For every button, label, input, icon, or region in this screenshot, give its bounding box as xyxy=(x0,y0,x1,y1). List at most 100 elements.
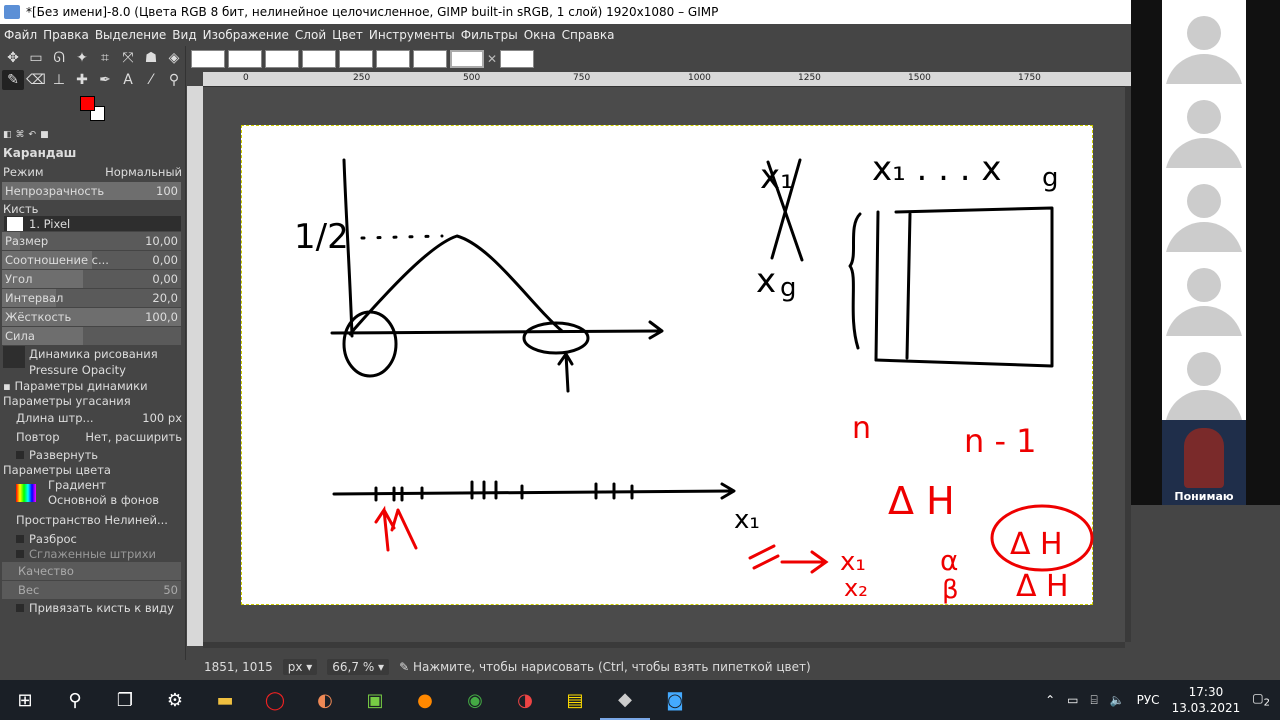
image-tab[interactable] xyxy=(302,50,336,68)
menu-edit[interactable]: Правка xyxy=(43,28,89,42)
brush-select[interactable]: 1. Pixel xyxy=(4,216,181,231)
text-tool-icon[interactable]: A xyxy=(117,70,139,90)
menu-file[interactable]: Файл xyxy=(4,28,37,42)
images-tab-icon[interactable]: ■ xyxy=(40,130,49,144)
label-xg-left: x xyxy=(756,261,776,301)
close-tab-icon[interactable]: ✕ xyxy=(487,52,497,66)
canvas-viewport[interactable]: 1/2 x₁ . . . x g x₁ x g x₁ n n - 1 Δ H Δ… xyxy=(203,86,1125,642)
stroke-length-row[interactable]: Длина штр... 100 px xyxy=(0,409,185,427)
clone-tool-icon[interactable]: ⊥ xyxy=(48,70,70,90)
file-explorer-icon[interactable]: ▬ xyxy=(200,680,250,720)
search-icon[interactable]: ⚲ xyxy=(50,680,100,720)
color-space-select[interactable]: Пространство Нелиней... xyxy=(0,509,185,531)
opera-icon[interactable]: ◯ xyxy=(250,680,300,720)
image-tab[interactable] xyxy=(500,50,535,68)
image-tab-active[interactable] xyxy=(450,50,484,68)
color-swatches xyxy=(0,92,185,130)
spacing-slider[interactable]: Интервал 20,0 xyxy=(2,289,181,307)
lasso-tool-icon[interactable]: ᘏ xyxy=(48,48,70,68)
color-picker-tool-icon[interactable]: ⁄ xyxy=(140,70,162,90)
menu-image[interactable]: Изображение xyxy=(203,28,289,42)
clock[interactable]: 17:30 13.03.2021 xyxy=(1172,684,1241,716)
hardness-slider[interactable]: Жёсткость 100,0 xyxy=(2,308,181,326)
transform-tool-icon[interactable]: ⤧ xyxy=(117,48,139,68)
zoom-tool-icon[interactable]: ⚲ xyxy=(163,70,185,90)
device-status-tab-icon[interactable]: ⌘ xyxy=(16,130,25,144)
image-tab[interactable] xyxy=(265,50,299,68)
fuzzy-select-tool-icon[interactable]: ✦ xyxy=(71,48,93,68)
participant-avatar-tile[interactable] xyxy=(1162,168,1246,252)
battery-icon[interactable]: ▭ xyxy=(1067,693,1078,707)
path-tool-icon[interactable]: ✒ xyxy=(94,70,116,90)
firefox-icon[interactable]: ● xyxy=(400,680,450,720)
image-tab[interactable] xyxy=(376,50,410,68)
menu-help[interactable]: Справка xyxy=(562,28,615,42)
windows-taskbar: ⊞ ⚲ ❐ ⚙ ▬ ◯ ◐ ▣ ● ◉ ◑ ▤ ◆ ◙ ⌃ ▭ ⌸ 🔈 РУС … xyxy=(0,680,1280,720)
volume-icon[interactable]: 🔈 xyxy=(1110,693,1125,707)
dynamics-options-expander[interactable]: ▪ Параметры динамики xyxy=(0,378,185,393)
notepad-icon[interactable]: ▣ xyxy=(350,680,400,720)
menu-color[interactable]: Цвет xyxy=(332,28,363,42)
jitter-checkbox[interactable]: Разброс xyxy=(0,531,185,546)
language-indicator[interactable]: РУС xyxy=(1137,693,1160,707)
rect-select-tool-icon[interactable]: ▭ xyxy=(25,48,47,68)
menu-tools[interactable]: Инструменты xyxy=(369,28,455,42)
weight-slider[interactable]: Вес 50 xyxy=(2,581,181,599)
pencil-tool-icon[interactable]: ✎ xyxy=(2,70,24,90)
image-tab[interactable] xyxy=(413,50,447,68)
force-slider[interactable]: Сила xyxy=(2,327,181,345)
image-tab[interactable] xyxy=(339,50,373,68)
image-canvas[interactable]: 1/2 x₁ . . . x g x₁ x g x₁ n n - 1 Δ H Δ… xyxy=(241,125,1094,605)
opacity-label: Непрозрачность xyxy=(5,184,105,198)
menu-filters[interactable]: Фильтры xyxy=(461,28,518,42)
participant-avatar-tile[interactable] xyxy=(1162,336,1246,420)
smooth-checkbox[interactable]: Сглаженные штрихи xyxy=(0,546,185,561)
tool-options-tab-icon[interactable]: ◧ xyxy=(3,130,12,144)
app-icon[interactable]: ◐ xyxy=(300,680,350,720)
foreground-color-swatch[interactable] xyxy=(80,96,95,111)
heal-tool-icon[interactable]: ✚ xyxy=(71,70,93,90)
settings-gear-icon[interactable]: ⚙ xyxy=(150,680,200,720)
unit-select[interactable]: px ▾ xyxy=(282,659,318,675)
gradient-row[interactable]: Градиент Основной в фонов xyxy=(0,477,185,509)
move-tool-icon[interactable]: ✥ xyxy=(2,48,24,68)
opacity-slider[interactable]: Непрозрачность 100 xyxy=(2,182,181,200)
reverse-checkbox[interactable]: Развернуть xyxy=(0,447,185,462)
zoom-app-icon[interactable]: ◙ xyxy=(650,680,700,720)
aspect-slider[interactable]: Соотношение с... 0,00 xyxy=(2,251,181,269)
dynamics-icon xyxy=(3,346,25,368)
undo-history-tab-icon[interactable]: ↶ xyxy=(29,130,37,144)
speaker-video-tile[interactable]: Понимаю xyxy=(1162,420,1246,505)
image-tab[interactable] xyxy=(228,50,262,68)
horizontal-scrollbar[interactable] xyxy=(203,642,1125,648)
participant-avatar-tile[interactable] xyxy=(1162,84,1246,168)
app-icon[interactable]: ◑ xyxy=(500,680,550,720)
crop-tool-icon[interactable]: ⌗ xyxy=(94,48,116,68)
menu-select[interactable]: Выделение xyxy=(95,28,166,42)
warp-tool-icon[interactable]: ☗ xyxy=(140,48,162,68)
quality-slider[interactable]: Качество xyxy=(2,562,181,580)
dynamics-row[interactable]: Динамика рисования Pressure Opacity xyxy=(0,346,185,378)
repeat-row[interactable]: Повтор Нет, расширить xyxy=(0,428,185,446)
task-view-icon[interactable]: ❐ xyxy=(100,680,150,720)
participant-avatar-tile[interactable] xyxy=(1162,252,1246,336)
menu-layer[interactable]: Слой xyxy=(295,28,326,42)
gimp-taskbar-icon[interactable]: ◆ xyxy=(600,680,650,720)
notifications-icon[interactable]: ▢2 xyxy=(1252,691,1270,708)
lock-brush-checkbox[interactable]: Привязать кисть к виду xyxy=(0,600,185,615)
size-slider[interactable]: Размер 10,00 xyxy=(2,232,181,250)
tray-chevron-up-icon[interactable]: ⌃ xyxy=(1045,693,1055,707)
chrome-icon[interactable]: ◉ xyxy=(450,680,500,720)
menu-windows[interactable]: Окна xyxy=(524,28,556,42)
zoom-select[interactable]: 66,7 % ▾ xyxy=(327,659,390,675)
eraser-tool-icon[interactable]: ⌫ xyxy=(25,70,47,90)
network-icon[interactable]: ⌸ xyxy=(1090,693,1097,708)
participant-avatar-tile[interactable] xyxy=(1162,0,1246,84)
image-tab[interactable] xyxy=(191,50,225,68)
angle-slider[interactable]: Угол 0,00 xyxy=(2,270,181,288)
pdf-icon[interactable]: ▤ xyxy=(550,680,600,720)
mode-select[interactable]: Нормальный xyxy=(105,165,182,179)
bucket-fill-tool-icon[interactable]: ◈ xyxy=(163,48,185,68)
menu-view[interactable]: Вид xyxy=(172,28,196,42)
start-windows-icon[interactable]: ⊞ xyxy=(0,680,50,720)
